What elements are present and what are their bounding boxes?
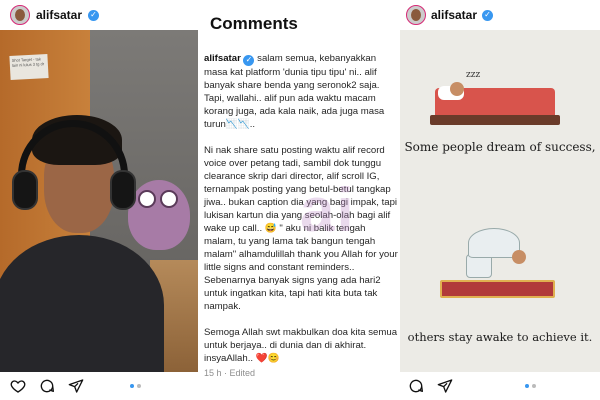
- comment-timestamp[interactable]: 15 h: [204, 368, 222, 378]
- photo-note: Shot Target - tak lain ni lulus 3 tg dr: [9, 54, 49, 80]
- comment-text: salam semua, kebanyakkan masa kat platfo…: [204, 53, 385, 130]
- comments-title: Comments: [210, 14, 298, 33]
- carousel-dot[interactable]: [532, 384, 536, 388]
- carousel-dot-active[interactable]: [525, 384, 529, 388]
- left-post-header: alifsatar ✓: [0, 0, 198, 30]
- right-post: alifsatar ✓ zzz Some people dream of suc…: [400, 0, 600, 400]
- comment-paragraph-3: Semoga Allah swt makbulkan doa kita semu…: [204, 326, 398, 364]
- right-post-actions: [400, 372, 600, 400]
- post-illustration[interactable]: zzz Some people dream of success, others…: [400, 30, 600, 372]
- comment-bubble-icon[interactable]: [408, 378, 424, 394]
- comment: alifsatar ✓ salam semua, kebanyakkan mas…: [204, 52, 398, 378]
- username[interactable]: alifsatar: [36, 8, 82, 22]
- owl-sticker: [128, 180, 190, 250]
- edited-label: Edited: [229, 368, 256, 378]
- left-post-actions: [0, 372, 198, 400]
- comments-panel: Comments alifsatar ✓ salam semua, kebany…: [198, 0, 400, 400]
- post-photo[interactable]: Shot Target - tak lain ni lulus 3 tg dr: [0, 30, 198, 372]
- heart-outline-icon[interactable]: [10, 378, 26, 394]
- illustration-caption-bottom: others stay awake to achieve it.: [407, 330, 593, 344]
- right-post-header: alifsatar ✓: [400, 0, 600, 30]
- username[interactable]: alifsatar: [431, 8, 477, 22]
- verified-badge-icon: ✓: [482, 9, 494, 21]
- verified-badge-icon: ✓: [88, 9, 100, 21]
- carousel-dots: [130, 384, 141, 388]
- comment-meta: 15 h · Edited: [204, 368, 255, 378]
- zzz-text: zzz: [466, 70, 481, 80]
- praying-figure-illustration: [462, 218, 528, 282]
- carousel-dots: [525, 384, 536, 388]
- paper-plane-icon[interactable]: [68, 378, 84, 394]
- avatar[interactable]: [406, 5, 426, 25]
- illustration-caption-top: Some people dream of success,: [404, 140, 596, 154]
- comment-bubble-icon[interactable]: [39, 378, 55, 394]
- comment-username[interactable]: alifsatar: [204, 53, 241, 64]
- carousel-dot-active[interactable]: [130, 384, 134, 388]
- prayer-mat-illustration: [440, 280, 555, 298]
- comment-paragraph-2: Ni nak share satu posting waktu alif rec…: [204, 144, 398, 312]
- carousel-dot[interactable]: [137, 384, 141, 388]
- avatar[interactable]: [10, 5, 30, 25]
- left-post: alifsatar ✓ Shot Target - tak lain ni lu…: [0, 0, 198, 400]
- paper-plane-icon[interactable]: [437, 378, 453, 394]
- verified-badge-icon: ✓: [243, 54, 255, 66]
- comment-paragraph-1: alifsatar ✓ salam semua, kebanyakkan mas…: [204, 52, 398, 131]
